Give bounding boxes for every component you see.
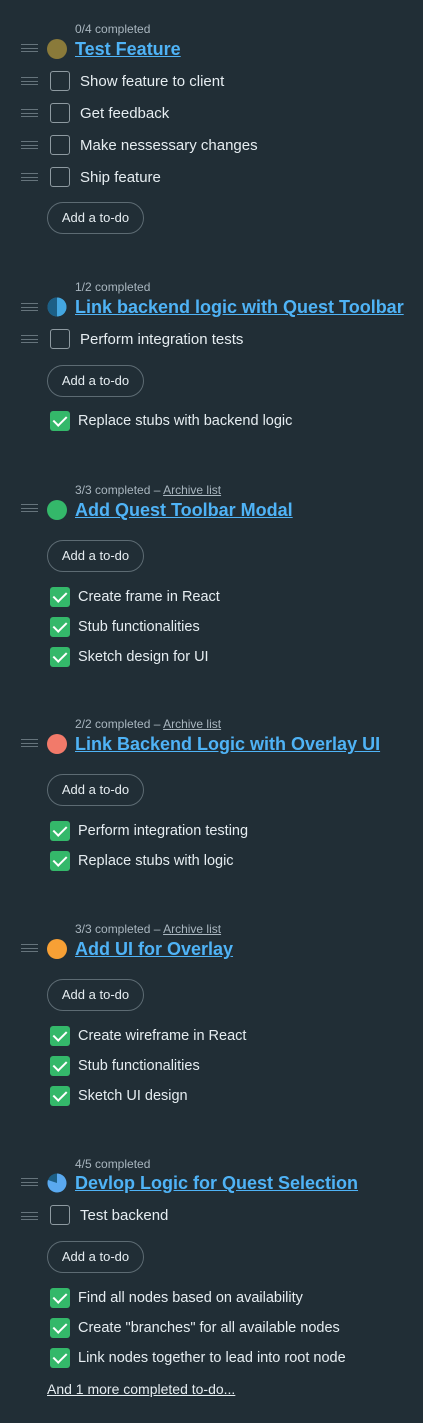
todo-label[interactable]: Get feedback [80, 105, 169, 122]
list-progress-text: 3/3 completed – Archive list [75, 922, 221, 936]
checkmark-icon[interactable] [50, 821, 70, 841]
completed-todo-item: Replace stubs with logic [0, 851, 423, 873]
list-title[interactable]: Devlop Logic for Quest Selection [75, 1173, 358, 1194]
todo-label[interactable]: Perform integration testing [78, 823, 248, 839]
checkmark-icon[interactable] [50, 647, 70, 667]
todo-label[interactable]: Test backend [80, 1207, 168, 1224]
list-progress-count: 2/2 completed – [75, 717, 164, 731]
add-todo-button[interactable]: Add a to-do [47, 540, 144, 572]
list-title[interactable]: Add UI for Overlay [75, 939, 233, 960]
todo-label[interactable]: Make nessessary changes [80, 137, 258, 154]
todo-label[interactable]: Stub functionalities [78, 619, 200, 635]
todo-label[interactable]: Perform integration tests [80, 331, 243, 348]
completed-todo-item: Create wireframe in React [0, 1026, 423, 1048]
todo-label[interactable]: Replace stubs with logic [78, 853, 234, 869]
todo-checkbox[interactable] [50, 329, 70, 349]
todo-checkbox[interactable] [50, 167, 70, 187]
todo-label[interactable]: Create "branches" for all available node… [78, 1320, 340, 1336]
list-progress-text: 2/2 completed – Archive list [75, 717, 221, 731]
todo-item: Perform integration tests [0, 329, 423, 353]
completed-todo-item: Create "branches" for all available node… [0, 1318, 423, 1340]
todo-checkbox[interactable] [50, 1205, 70, 1225]
todo-label[interactable]: Create wireframe in React [78, 1028, 246, 1044]
drag-handle-icon[interactable] [21, 944, 38, 952]
list-progress-text: 1/2 completed [75, 280, 151, 294]
todo-checkbox[interactable] [50, 103, 70, 123]
mostly-complete-progress-icon [47, 1173, 67, 1193]
checkmark-icon[interactable] [50, 617, 70, 637]
todo-label[interactable]: Replace stubs with backend logic [78, 413, 292, 429]
checkmark-icon[interactable] [50, 1086, 70, 1106]
completed-todo-item: Stub functionalities [0, 617, 423, 639]
completed-todo-item: Find all nodes based on availability [0, 1288, 423, 1310]
todo-item: Get feedback [0, 103, 423, 127]
add-todo-button[interactable]: Add a to-do [47, 1241, 144, 1273]
completed-todo-item: Create frame in React [0, 587, 423, 609]
list-progress-count: 3/3 completed – [75, 483, 164, 497]
list-title[interactable]: Add Quest Toolbar Modal [75, 500, 293, 521]
todo-item: Make nessessary changes [0, 135, 423, 159]
list-title[interactable]: Test Feature [75, 39, 181, 60]
add-todo-button[interactable]: Add a to-do [47, 365, 144, 397]
checkmark-icon[interactable] [50, 1348, 70, 1368]
completed-todo-item: Replace stubs with backend logic [0, 411, 423, 433]
todo-item: Test backend [0, 1205, 423, 1229]
todo-item: Ship feature [0, 167, 423, 191]
more-completed-link[interactable]: And 1 more completed to-do... [47, 1381, 235, 1397]
todo-label[interactable]: Find all nodes based on availability [78, 1290, 303, 1306]
list-progress-text: 3/3 completed – Archive list [75, 483, 221, 497]
drag-handle-icon[interactable] [21, 1178, 38, 1186]
todo-label[interactable]: Ship feature [80, 169, 161, 186]
checkmark-icon[interactable] [50, 587, 70, 607]
archive-list-link[interactable]: Archive list [163, 717, 221, 731]
list-progress-text: 4/5 completed [75, 1157, 151, 1171]
status-dot-icon [47, 39, 67, 59]
archive-list-link[interactable]: Archive list [163, 922, 221, 936]
archive-list-link[interactable]: Archive list [163, 483, 221, 497]
todo-checkbox[interactable] [50, 71, 70, 91]
status-dot-icon [47, 939, 67, 959]
checkmark-icon[interactable] [50, 411, 70, 431]
checkmark-icon[interactable] [50, 851, 70, 871]
list-title[interactable]: Link backend logic with Quest Toolbar [75, 297, 404, 318]
todo-label[interactable]: Show feature to client [80, 73, 224, 90]
drag-handle-icon[interactable] [21, 739, 38, 747]
todo-label[interactable]: Sketch design for UI [78, 649, 209, 665]
checkmark-icon[interactable] [50, 1318, 70, 1338]
todo-label[interactable]: Create frame in React [78, 589, 220, 605]
drag-handle-icon[interactable] [21, 303, 38, 311]
list-title[interactable]: Link Backend Logic with Overlay UI [75, 734, 380, 755]
todo-item: Show feature to client [0, 71, 423, 95]
checkmark-icon[interactable] [50, 1288, 70, 1308]
add-todo-button[interactable]: Add a to-do [47, 774, 144, 806]
todo-label[interactable]: Stub functionalities [78, 1058, 200, 1074]
list-progress-text: 0/4 completed [75, 22, 151, 36]
add-todo-button[interactable]: Add a to-do [47, 979, 144, 1011]
todo-label[interactable]: Link nodes together to lead into root no… [78, 1350, 346, 1366]
status-dot-icon [47, 500, 67, 520]
drag-handle-icon[interactable] [21, 504, 38, 512]
completed-todo-item: Link nodes together to lead into root no… [0, 1348, 423, 1370]
todo-checkbox[interactable] [50, 135, 70, 155]
status-dot-icon [47, 734, 67, 754]
completed-todo-item: Sketch UI design [0, 1086, 423, 1108]
checkmark-icon[interactable] [50, 1026, 70, 1046]
completed-todo-item: Sketch design for UI [0, 647, 423, 669]
todo-label[interactable]: Sketch UI design [78, 1088, 188, 1104]
half-progress-icon [47, 297, 67, 317]
completed-todo-item: Perform integration testing [0, 821, 423, 843]
completed-todo-item: Stub functionalities [0, 1056, 423, 1078]
checkmark-icon[interactable] [50, 1056, 70, 1076]
drag-handle-icon[interactable] [21, 44, 38, 52]
list-progress-count: 3/3 completed – [75, 922, 164, 936]
add-todo-button[interactable]: Add a to-do [47, 202, 144, 234]
